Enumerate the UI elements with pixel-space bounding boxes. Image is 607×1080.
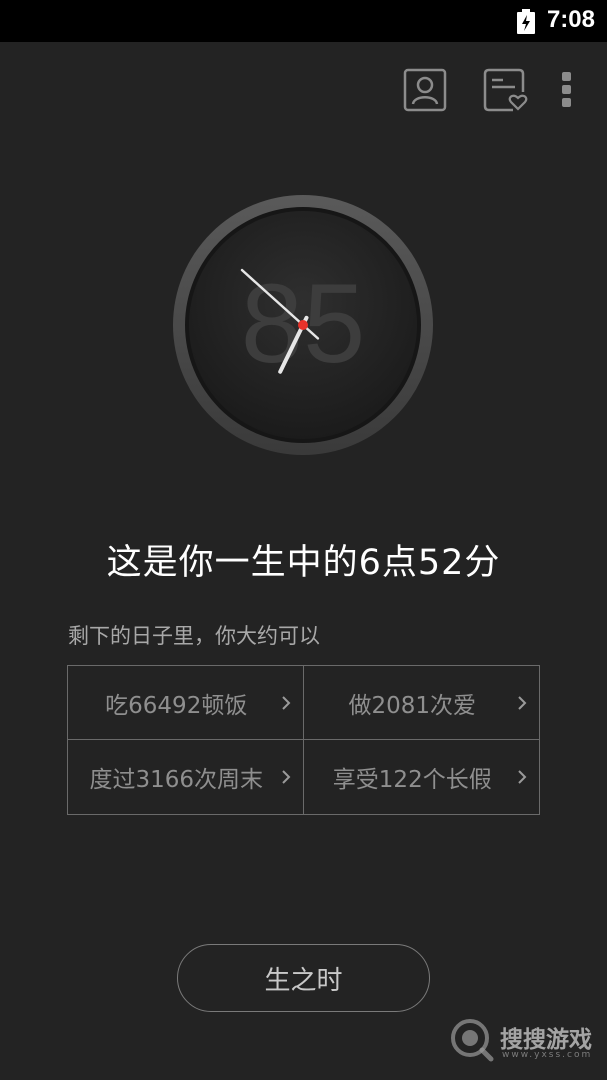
clock-center-dot	[298, 320, 308, 330]
stat-weekends[interactable]: 度过3166次周末	[68, 740, 304, 814]
chevron-right-icon	[281, 770, 290, 784]
headline: 这是你一生中的6点52分	[106, 543, 501, 583]
stat-holidays[interactable]: 享受122个长假	[304, 740, 540, 814]
stat-label: 吃66492顿饭	[105, 692, 248, 719]
clock-face: 85	[173, 195, 433, 455]
stats-grid: 吃66492顿饭 做2081次爱 度过3166次周末 享受122个长假	[67, 665, 540, 815]
more-vert-icon[interactable]	[555, 70, 579, 110]
chevron-right-icon	[518, 695, 527, 710]
chevron-right-icon	[281, 695, 290, 710]
watermark-search-icon	[451, 1019, 494, 1062]
stat-label: 做2081次爱	[348, 692, 477, 719]
subtitle: 剩下的日子里，你大约可以	[68, 624, 320, 648]
watermark-text: 搜搜游戏	[500, 1027, 592, 1053]
stat-label: 度过3166次周末	[89, 767, 264, 793]
life-time-button[interactable]: 生之时	[177, 944, 430, 1012]
stat-label: 享受122个长假	[332, 767, 492, 793]
status-bar: 7:08	[0, 0, 607, 42]
watermark-url: www.yxss.com	[502, 1050, 593, 1060]
stat-love[interactable]: 做2081次爱	[303, 666, 539, 740]
chevron-right-icon	[518, 770, 527, 784]
battery-charging-icon	[517, 9, 535, 34]
note-heart-icon[interactable]	[483, 68, 529, 112]
profile-icon[interactable]	[403, 68, 447, 112]
status-time: 7:08	[546, 6, 595, 33]
stat-meals[interactable]: 吃66492顿饭	[68, 666, 304, 740]
